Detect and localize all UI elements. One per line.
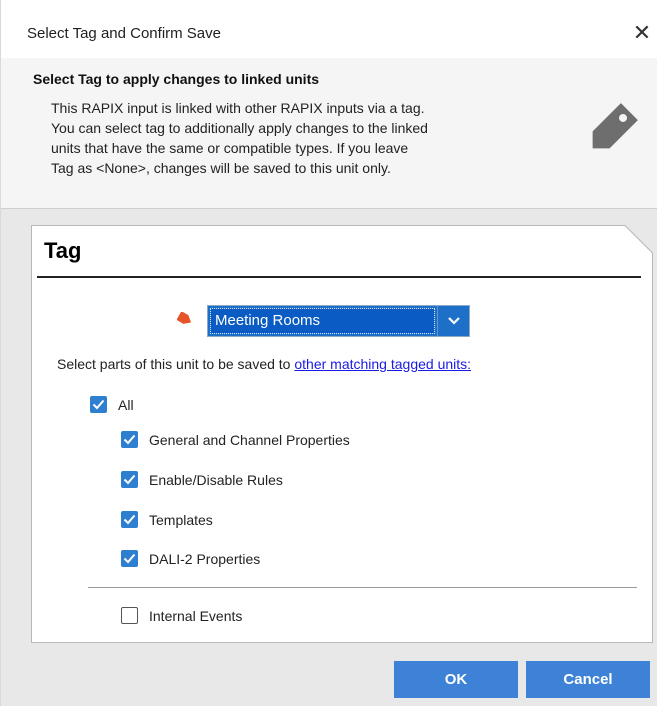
panel-title: Tag: [44, 238, 82, 263]
tag-dropdown-value: Meeting Rooms: [210, 308, 435, 334]
checkbox-unchecked[interactable]: [121, 607, 138, 624]
tag-icon: [592, 103, 638, 149]
checkbox-checked[interactable]: [121, 550, 138, 567]
select-parts-text: Select parts of this unit to be saved to…: [57, 356, 471, 372]
check-icon: [123, 514, 136, 525]
select-parts-label: Select parts of this unit to be saved to: [57, 356, 295, 372]
checkbox-label: Internal Events: [149, 607, 243, 624]
header-section: Select Tag to apply changes to linked un…: [1, 58, 657, 208]
matching-units-link[interactable]: other matching tagged units:: [294, 356, 471, 372]
checkbox-dali2-properties[interactable]: DALI-2 Properties: [121, 550, 260, 567]
header-line: units that have the same or compatible t…: [51, 140, 409, 156]
checkbox-general-properties[interactable]: General and Channel Properties: [121, 431, 350, 448]
tag-icon: [177, 312, 192, 324]
tag-panel: Tag Meeting Rooms Select parts of this u…: [31, 225, 653, 643]
check-icon: [123, 553, 136, 564]
checkbox-label: All: [118, 396, 134, 413]
header-description: This RAPIX input is linked with other RA…: [51, 98, 571, 178]
title-bar: Select Tag and Confirm Save ✕: [1, 12, 657, 56]
dialog-window: Select Tag and Confirm Save ✕ Select Tag…: [0, 0, 657, 706]
tag-dropdown[interactable]: Meeting Rooms: [207, 305, 470, 337]
checkbox-label: Templates: [149, 511, 213, 528]
chevron-down-icon: [447, 317, 460, 325]
header-line: You can select tag to additionally apply…: [51, 120, 428, 136]
dialog-title: Select Tag and Confirm Save: [27, 25, 221, 42]
checkbox-label: General and Channel Properties: [149, 431, 350, 448]
ok-button[interactable]: OK: [394, 661, 518, 698]
checkbox-checked[interactable]: [121, 511, 138, 528]
header-line: This RAPIX input is linked with other RA…: [51, 100, 425, 116]
checkbox-internal-events[interactable]: Internal Events: [121, 607, 242, 624]
header-title: Select Tag to apply changes to linked un…: [33, 71, 320, 87]
check-icon: [123, 434, 136, 445]
close-button[interactable]: ✕: [629, 20, 655, 48]
checkbox-checked[interactable]: [121, 431, 138, 448]
checkbox-label: Enable/Disable Rules: [149, 471, 283, 488]
divider: [37, 276, 641, 278]
cancel-button[interactable]: Cancel: [526, 661, 650, 698]
checkbox-templates[interactable]: Templates: [121, 511, 213, 528]
checkbox-enable-disable-rules[interactable]: Enable/Disable Rules: [121, 471, 283, 488]
checkbox-label: DALI-2 Properties: [149, 550, 261, 567]
check-icon: [123, 474, 136, 485]
checkbox-checked[interactable]: [121, 471, 138, 488]
header-line: Tag as <None>, changes will be saved to …: [51, 160, 391, 176]
checkbox-checked[interactable]: [90, 396, 107, 413]
separator: [88, 587, 637, 588]
dropdown-arrow-button[interactable]: [437, 306, 469, 336]
checkbox-all[interactable]: All: [90, 396, 134, 413]
check-icon: [92, 399, 105, 410]
